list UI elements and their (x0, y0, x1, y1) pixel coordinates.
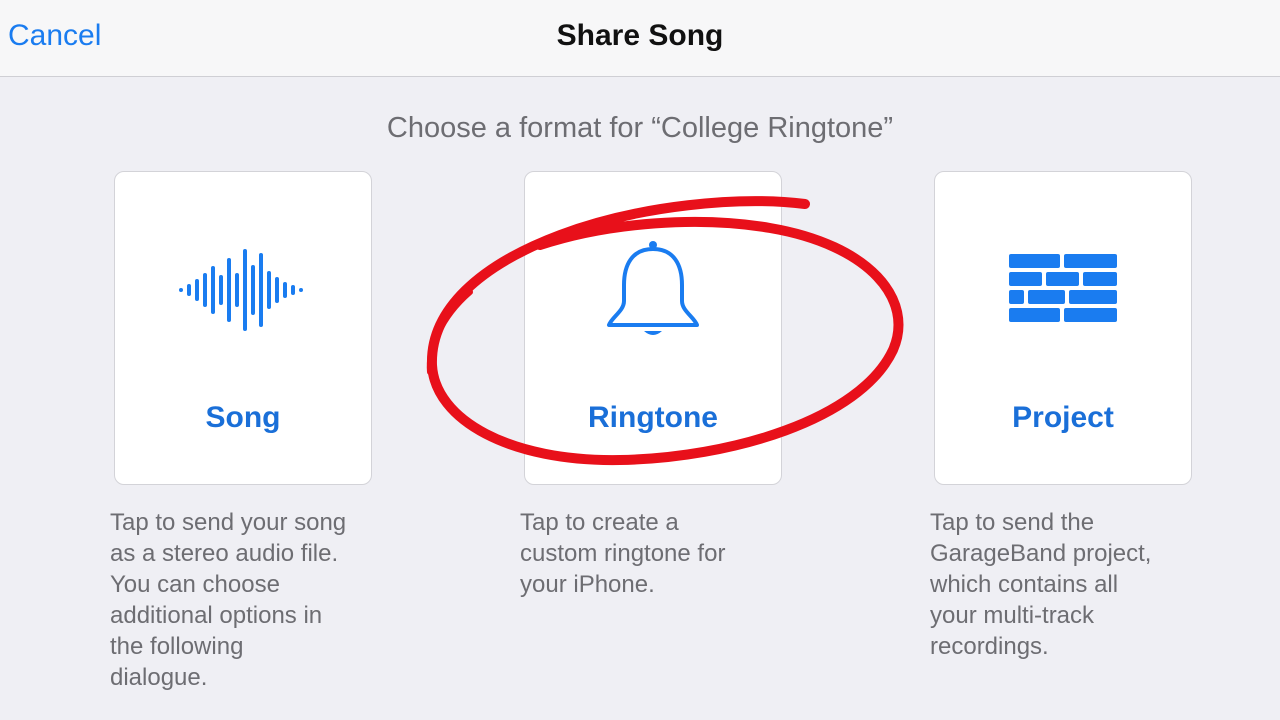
share-song-screen: Cancel Share Song Choose a format for “C… (0, 0, 1280, 720)
ringtone-option-label: Ringtone (588, 401, 718, 434)
song-option-label: Song (205, 401, 281, 434)
project-option-label: Project (1012, 401, 1114, 434)
song-option-card[interactable]: Song (114, 171, 372, 485)
format-prompt: Choose a format for “College Ringtone” (386, 112, 894, 144)
ringtone-option-card[interactable]: Ringtone (524, 171, 782, 485)
waveform-icon (115, 230, 371, 350)
navigation-bar: Cancel Share Song (0, 0, 1280, 77)
ringtone-option-description: Tap to create a custom ringtone for your… (520, 509, 726, 598)
project-option-description: Tap to send the GarageBand project, whic… (930, 509, 1152, 660)
song-option-description: Tap to send your song as a stereo audio … (110, 509, 347, 691)
page-title: Share Song (556, 19, 724, 52)
project-option-card[interactable]: Project (934, 171, 1192, 485)
bell-icon (525, 230, 781, 350)
bricks-icon (935, 230, 1191, 350)
